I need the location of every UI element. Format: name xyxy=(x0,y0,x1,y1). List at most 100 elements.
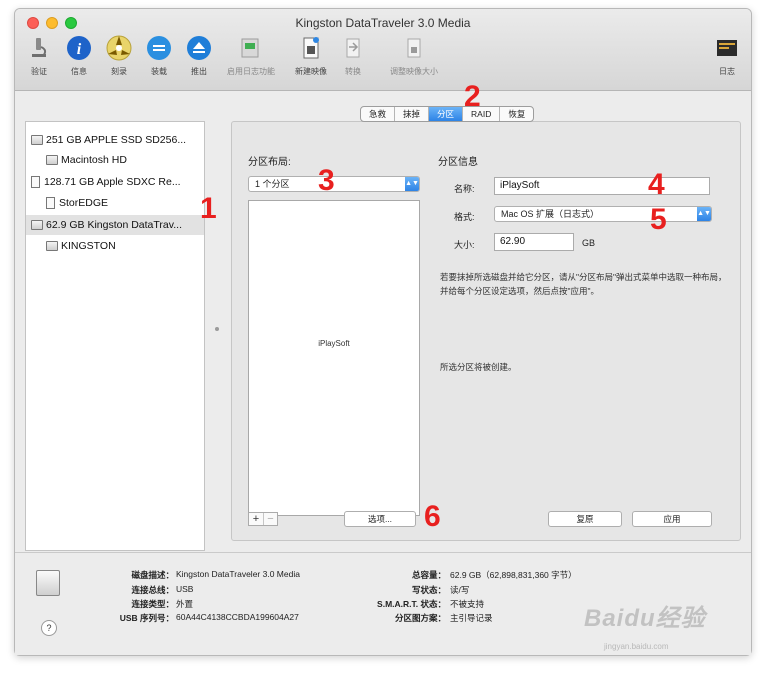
partition-info-title: 分区信息 xyxy=(438,157,478,168)
sidebar-item-volume[interactable]: KINGSTON xyxy=(26,236,204,256)
burn-toolbar-button[interactable]: 刻录 xyxy=(99,35,139,77)
external-disk-icon xyxy=(36,570,60,596)
sidebar-item-label: KINGSTON xyxy=(61,240,116,252)
info-label: 信息 xyxy=(71,67,87,76)
svg-text:i: i xyxy=(77,41,82,58)
window-title: Kingston DataTraveler 3.0 Media xyxy=(295,16,471,30)
format-value: Mac OS 扩展（日志式） xyxy=(501,209,600,219)
detail-value: USB xyxy=(176,584,194,594)
tab-bar: 急救 抹掉 分区 RAID 恢复 xyxy=(360,106,535,122)
split-view-handle[interactable] xyxy=(215,327,219,331)
convert-label: 转换 xyxy=(345,67,361,76)
log-toolbar-button[interactable]: 日志 xyxy=(707,35,747,77)
sidebar-item-label: Macintosh HD xyxy=(61,154,127,166)
detail-key: 分区图方案： xyxy=(394,613,446,623)
volume-icon xyxy=(46,241,58,251)
convert-icon xyxy=(346,38,360,58)
sidebar-item-volume[interactable]: Macintosh HD xyxy=(26,150,204,170)
partition-layout-title: 分区布局: xyxy=(248,157,291,168)
new-image-toolbar-button[interactable]: 新建映像 xyxy=(291,35,331,77)
partition-layout-diagram[interactable]: iPlaySoft xyxy=(248,200,420,516)
partition-size-input[interactable]: 62.90 xyxy=(494,233,574,251)
annotation-marker-4: 4 xyxy=(648,168,665,201)
enable-journaling-label: 启用日志功能 xyxy=(227,67,275,76)
hard-disk-icon xyxy=(31,135,43,145)
convert-toolbar-button[interactable]: 转换 xyxy=(333,35,373,77)
device-sidebar[interactable]: 251 GB APPLE SSD SD256... Macintosh HD 1… xyxy=(25,121,205,551)
mount-toolbar-button[interactable]: 装载 xyxy=(139,35,179,77)
detail-key: S.M.A.R.T. 状态： xyxy=(377,599,446,609)
mount-icon xyxy=(147,36,171,60)
sidebar-item-volume[interactable]: StorEDGE xyxy=(26,193,204,213)
log-label: 日志 xyxy=(719,67,735,76)
partition-name-input[interactable]: iPlaySoft xyxy=(494,177,710,195)
sidebar-item-label: 251 GB APPLE SSD SD256... xyxy=(46,134,187,146)
annotation-marker-1: 1 xyxy=(200,192,217,225)
sidebar-item-label: 62.9 GB Kingston DataTrav... xyxy=(46,219,182,231)
mount-label: 装载 xyxy=(151,67,167,76)
detail-key: USB 序列号： xyxy=(119,613,174,623)
baidu-watermark: Baidu经验 xyxy=(584,605,706,632)
resize-image-label: 调整映像大小 xyxy=(390,67,438,76)
title-bar: Kingston DataTraveler 3.0 Media 验证 i 信息 … xyxy=(15,9,751,91)
eject-icon xyxy=(187,36,211,60)
sidebar-item-disk[interactable]: 128.71 GB Apple SDXC Re... xyxy=(26,172,204,192)
apply-button[interactable]: 应用 xyxy=(632,511,712,527)
verify-toolbar-button[interactable]: 验证 xyxy=(19,35,59,77)
tab-first-aid[interactable]: 急救 xyxy=(361,107,396,121)
name-label: 名称: xyxy=(454,184,475,194)
tab-restore[interactable]: 恢复 xyxy=(500,107,533,121)
enable-journaling-toolbar-button[interactable]: 启用日志功能 xyxy=(227,35,275,77)
sidebar-item-label: StorEDGE xyxy=(59,197,109,209)
revert-button[interactable]: 复原 xyxy=(548,511,622,527)
detail-key: 磁盘描述： xyxy=(131,570,174,580)
add-partition-button[interactable]: + xyxy=(249,513,263,525)
verify-label: 验证 xyxy=(31,67,47,76)
partition-name-label: iPlaySoft xyxy=(318,339,350,348)
annotation-marker-2: 2 xyxy=(464,80,481,113)
size-label: 大小: xyxy=(454,240,475,250)
info-toolbar-button[interactable]: i 信息 xyxy=(59,35,99,77)
detail-value: 主引导记录 xyxy=(450,613,493,623)
add-remove-partition: + − xyxy=(248,512,278,526)
sidebar-item-disk-selected[interactable]: 62.9 GB Kingston DataTrav... xyxy=(26,215,204,235)
burn-label: 刻录 xyxy=(111,67,127,76)
detail-value: 62.9 GB（62,898,831,360 字节） xyxy=(450,570,577,580)
partition-instructions: 若要抹掉所选磁盘并给它分区，请从"分区布局"弹出式菜单中选取一种布局，并给每个分… xyxy=(440,272,727,296)
detail-value: 外置 xyxy=(176,599,194,609)
detail-value: 60A44C4138CCBDA199604A27 xyxy=(176,612,299,622)
baidu-watermark-url: jingyan.baidu.com xyxy=(604,642,669,651)
partition-status: 所选分区将被创建。 xyxy=(440,362,517,372)
annotation-marker-6: 6 xyxy=(424,500,441,533)
sd-card-icon xyxy=(31,176,40,188)
format-label: 格式: xyxy=(454,212,475,222)
help-button[interactable]: ? xyxy=(41,620,57,636)
journal-icon xyxy=(241,38,259,58)
chevron-updown-icon: ▲▼ xyxy=(405,177,419,191)
log-icon xyxy=(717,40,737,56)
detail-key: 连接类型： xyxy=(131,599,174,609)
volume-icon xyxy=(46,155,58,165)
new-image-label: 新建映像 xyxy=(295,67,327,76)
resize-image-toolbar-button[interactable]: 调整映像大小 xyxy=(387,35,441,77)
sidebar-item-disk[interactable]: 251 GB APPLE SSD SD256... xyxy=(26,130,204,150)
options-button[interactable]: 选项... xyxy=(344,511,416,527)
detail-key: 写状态： xyxy=(411,585,446,595)
info-icon: i xyxy=(67,36,91,60)
new-image-icon xyxy=(303,37,319,59)
format-select[interactable]: Mac OS 扩展（日志式） ▲▼ xyxy=(494,206,712,222)
detail-key: 连接总线： xyxy=(131,585,174,595)
microscope-icon xyxy=(32,38,47,57)
tab-partition[interactable]: 分区 xyxy=(429,107,464,121)
remove-partition-button[interactable]: − xyxy=(263,513,277,525)
annotation-marker-3: 3 xyxy=(318,164,335,197)
detail-value: 不被支持 xyxy=(450,599,485,609)
eject-label: 推出 xyxy=(191,67,207,76)
detail-value: Kingston DataTraveler 3.0 Media xyxy=(176,569,300,579)
volume-icon xyxy=(46,197,55,209)
tab-erase[interactable]: 抹掉 xyxy=(395,107,430,121)
resize-image-icon xyxy=(407,38,421,58)
eject-toolbar-button[interactable]: 推出 xyxy=(179,35,219,77)
size-unit: GB xyxy=(582,238,596,248)
usb-drive-icon xyxy=(31,220,43,230)
